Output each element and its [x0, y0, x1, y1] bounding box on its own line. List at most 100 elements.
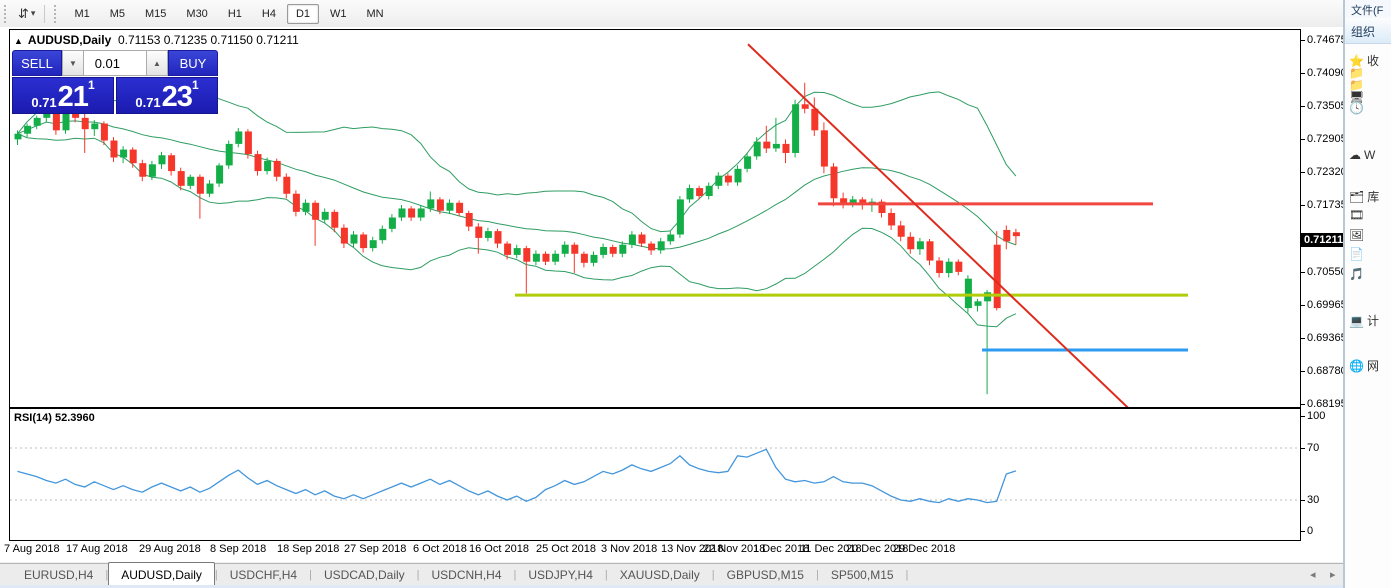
tab-scroll-right-icon[interactable]: ▸	[1330, 568, 1336, 581]
timeframe-toolbar: M1M5M15M30H1H4D1W1MN	[64, 4, 393, 24]
candle-body	[485, 231, 492, 238]
candle-body	[149, 164, 156, 176]
bollinger-band-line	[18, 134, 1016, 327]
explorer-panel: 文件(F 组织 ⭐收📁📁🖥🕓☁W🗂库🎞🖼📄🎵💻计🌐网	[1343, 0, 1391, 588]
toolbar-grip-2[interactable]	[54, 5, 60, 23]
explorer-item-icon: 🗂	[1349, 190, 1364, 204]
timeframe-button-m5[interactable]: M5	[101, 4, 134, 24]
candle-body	[111, 141, 118, 158]
candle-body	[840, 198, 847, 203]
symbol-tab-usdjpy-h4[interactable]: USDJPY,H4	[516, 565, 604, 585]
rsi-chart-canvas[interactable]	[10, 409, 1300, 540]
rsi-line	[18, 449, 1016, 502]
candle-body	[91, 124, 98, 130]
candle-body	[418, 208, 425, 217]
explorer-item[interactable]: 🗂库	[1349, 188, 1379, 205]
candle-body	[639, 235, 646, 244]
explorer-item[interactable]: 🎵	[1349, 267, 1367, 281]
ask-price-prefix: 0.71	[135, 95, 160, 110]
candle-body	[898, 225, 905, 236]
candle-body	[581, 254, 588, 263]
candle-body	[408, 208, 415, 217]
symbol-tab-audusd-daily[interactable]: AUDUSD,Daily	[108, 562, 215, 586]
timeframe-button-m30[interactable]: M30	[177, 4, 216, 24]
price-axis-label: 0.73505	[1307, 100, 1347, 112]
bollinger-band-line	[18, 121, 1016, 249]
symbol-tab-eurusd-h4[interactable]: EURUSD,H4	[12, 565, 105, 585]
timeframe-button-w1[interactable]: W1	[321, 4, 356, 24]
explorer-item-icon: ☁	[1349, 148, 1361, 162]
candle-body	[850, 199, 857, 202]
volume-decrease-button[interactable]: ▼	[62, 50, 84, 76]
candle-body	[744, 156, 751, 168]
tab-scroll-left-icon[interactable]: ◂	[1310, 568, 1316, 581]
buy-button[interactable]: BUY	[168, 50, 218, 76]
bid-price-display[interactable]: 0.71 21 1	[12, 77, 114, 114]
candle-body	[927, 241, 934, 260]
explorer-item-icon: 🌐	[1349, 359, 1364, 373]
price-tick-mark	[1301, 106, 1305, 107]
explorer-organize-button[interactable]: 组织	[1345, 18, 1391, 44]
ask-price-display[interactable]: 0.71 23 1	[116, 77, 218, 114]
symbol-tab-usdcnh-h4[interactable]: USDCNH,H4	[420, 565, 514, 585]
rsi-axis-label: 100	[1307, 410, 1325, 422]
symbol-tab-usdchf-h4[interactable]: USDCHF,H4	[218, 565, 309, 585]
candle-body	[792, 104, 799, 153]
trendline-diagonal[interactable]	[748, 44, 1128, 407]
toolbar-grip[interactable]	[4, 5, 10, 23]
candle-body	[178, 171, 185, 186]
price-tick-mark	[1301, 371, 1305, 372]
explorer-item[interactable]: 🎞	[1349, 208, 1367, 222]
candle-body	[696, 188, 703, 196]
collapse-triangle-icon[interactable]: ▲	[14, 36, 23, 46]
rsi-axis-label: 30	[1307, 494, 1319, 506]
explorer-item[interactable]: 🖼	[1349, 228, 1367, 242]
candle-body	[437, 199, 444, 210]
candle-body	[975, 301, 982, 306]
ask-price-pipette: 1	[192, 80, 199, 90]
volume-input[interactable]: 0.01	[84, 50, 146, 76]
candle-body	[264, 161, 271, 171]
candle-body	[571, 245, 578, 254]
explorer-item[interactable]: 📄	[1349, 247, 1367, 261]
candle-body	[235, 131, 242, 143]
candle-body	[667, 235, 674, 242]
candle-body	[331, 212, 338, 228]
explorer-item-icon: 🎵	[1349, 267, 1364, 281]
candle-body	[447, 203, 454, 211]
symbol-tab-xauusd-daily[interactable]: XAUUSD,Daily	[608, 565, 712, 585]
symbol-tab-gbpusd-m15[interactable]: GBPUSD,M15	[715, 565, 816, 585]
candle-body	[159, 155, 166, 164]
chevron-down-icon[interactable]: ▾	[31, 8, 36, 19]
timeframe-button-d1[interactable]: D1	[287, 4, 319, 24]
explorer-item[interactable]: 🌐网	[1349, 357, 1379, 374]
explorer-item[interactable]: 💻计	[1349, 312, 1379, 329]
timeframe-button-h1[interactable]: H1	[219, 4, 251, 24]
candle-body	[399, 208, 406, 217]
rsi-axis-label: 70	[1307, 442, 1319, 454]
candle-body	[120, 150, 127, 158]
symbol-tab-sp500-m15[interactable]: SP500,M15	[819, 565, 906, 585]
timeframe-button-m1[interactable]: M1	[65, 4, 98, 24]
candle-body	[955, 262, 962, 272]
price-tick-mark	[1301, 139, 1305, 140]
candle-body	[245, 131, 252, 154]
volume-increase-button[interactable]: ▲	[146, 50, 168, 76]
explorer-item[interactable]: 🕓	[1349, 101, 1367, 115]
candle-body	[504, 244, 511, 255]
timeframe-button-h4[interactable]: H4	[253, 4, 285, 24]
timeframe-button-m15[interactable]: M15	[136, 4, 175, 24]
symbol-tab-usdcad-daily[interactable]: USDCAD,Daily	[312, 565, 417, 585]
sell-button[interactable]: SELL	[12, 50, 62, 76]
price-tick-mark	[1301, 305, 1305, 306]
explorer-file-menu[interactable]: 文件(F	[1345, 0, 1391, 18]
price-tick-mark	[1301, 338, 1305, 339]
chart-tool-button[interactable]: ⇵ ▾	[14, 4, 39, 24]
candle-body	[888, 213, 895, 225]
timeframe-button-mn[interactable]: MN	[358, 4, 393, 24]
candle-body	[82, 118, 89, 129]
candle-body	[293, 194, 300, 212]
explorer-item[interactable]: ☁W	[1349, 148, 1375, 162]
explorer-item-label: 计	[1367, 312, 1379, 329]
price-tick-mark	[1301, 73, 1305, 74]
